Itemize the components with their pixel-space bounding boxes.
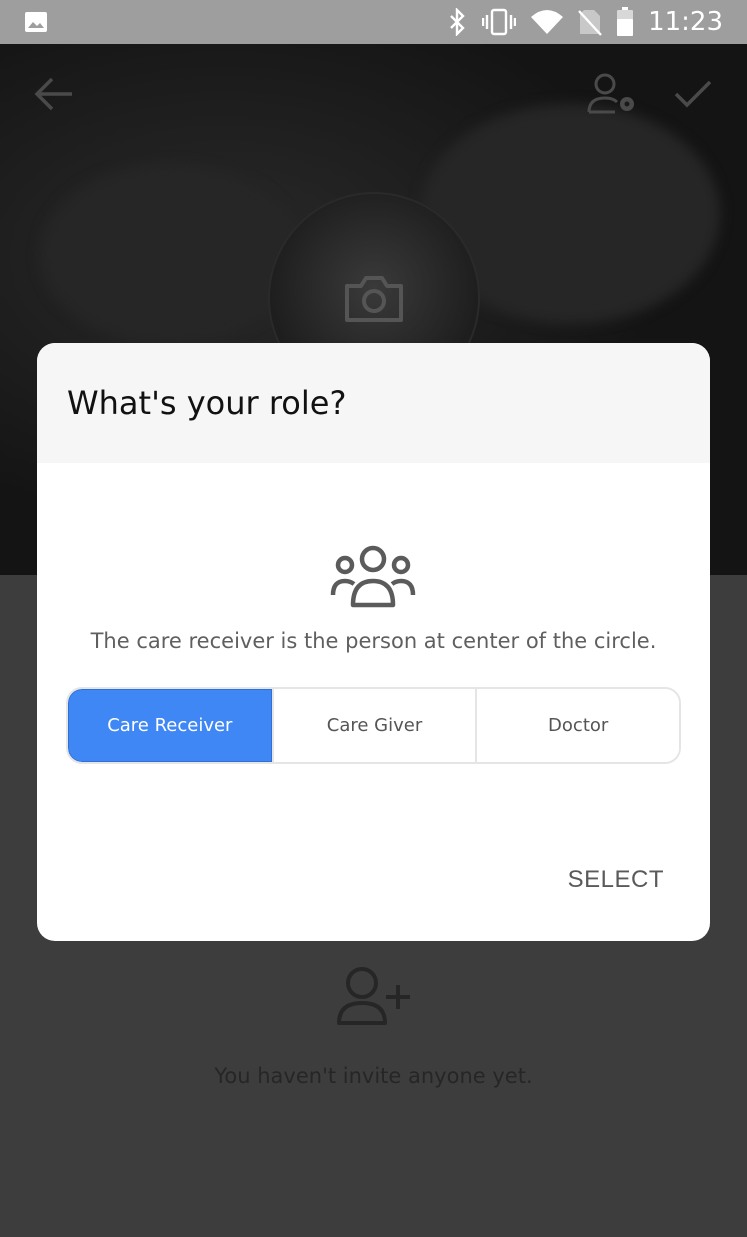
role-selector: Care Receiver Care Giver Doctor [66, 687, 681, 764]
user-gear-icon [587, 73, 634, 114]
role-dialog: What's your role? The care receiver is t… [37, 343, 710, 941]
bluetooth-icon [450, 8, 465, 36]
empty-members-text: You haven't invite anyone yet. [214, 1064, 533, 1088]
role-option-doctor[interactable]: Doctor [475, 689, 679, 762]
no-sim-icon [578, 10, 602, 36]
role-option-care-giver[interactable]: Care Giver [271, 689, 476, 762]
group-icon [330, 545, 416, 608]
check-icon [674, 80, 712, 108]
dialog-body: The care receiver is the person at cente… [37, 463, 710, 941]
image-icon [25, 12, 47, 32]
select-button[interactable]: SELECT [568, 866, 664, 894]
back-button[interactable] [26, 66, 82, 122]
add-user-icon [336, 967, 410, 1025]
confirm-button[interactable] [665, 66, 721, 122]
status-bar: 11:23 [0, 0, 747, 44]
toolbar [0, 44, 747, 144]
empty-members-state [0, 965, 747, 1032]
dialog-header: What's your role? [37, 343, 710, 463]
battery-icon [617, 7, 634, 36]
dialog-title: What's your role? [67, 384, 347, 422]
role-option-care-receiver[interactable]: Care Receiver [68, 689, 272, 762]
wifi-icon [531, 10, 564, 34]
camera-icon [345, 276, 403, 322]
role-hint-text: The care receiver is the person at cente… [90, 629, 657, 653]
vibrate-icon [482, 8, 517, 36]
arrow-left-icon [34, 77, 72, 111]
status-time: 11:23 [648, 7, 723, 37]
manage-members-button[interactable] [585, 66, 641, 122]
